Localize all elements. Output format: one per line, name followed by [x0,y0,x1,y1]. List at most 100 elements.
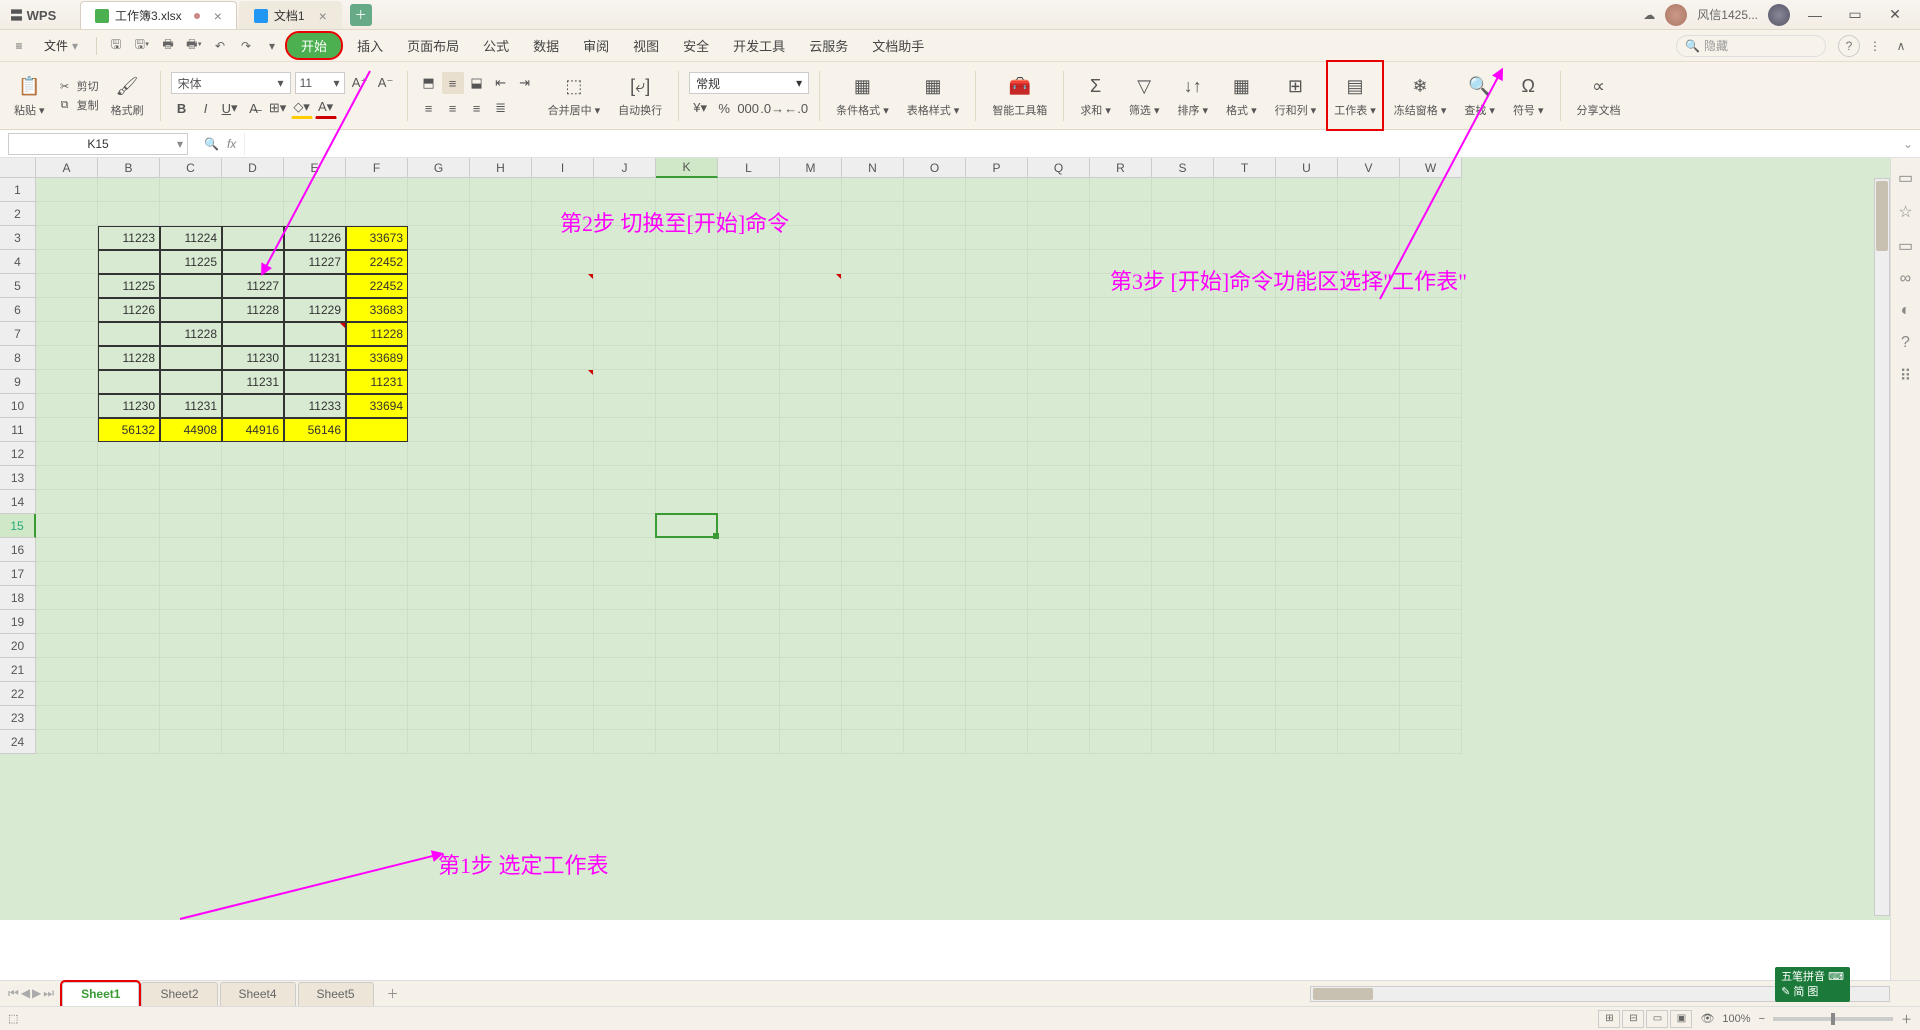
cell[interactable] [1400,346,1462,370]
cell[interactable] [1028,322,1090,346]
cell[interactable] [966,178,1028,202]
doc-tab[interactable]: 工作簿3.xlsx× [80,1,237,29]
row-header[interactable]: 9 [0,370,36,394]
row-header[interactable]: 15 [0,514,36,538]
row-header[interactable]: 22 [0,682,36,706]
cell[interactable] [470,490,532,514]
cell[interactable] [36,706,98,730]
cell[interactable] [160,730,222,754]
side-panel-icon[interactable]: ? [1901,334,1910,352]
cell[interactable] [532,586,594,610]
cell[interactable] [470,682,532,706]
cell[interactable] [594,562,656,586]
cell[interactable] [98,658,160,682]
cell[interactable] [1152,370,1214,394]
cell[interactable] [1276,514,1338,538]
cell[interactable] [98,442,160,466]
percent[interactable]: % [713,97,735,119]
cell[interactable] [780,610,842,634]
cell[interactable] [904,346,966,370]
smart-toolbox[interactable]: 🧰智能工具箱 [986,62,1053,129]
cell[interactable] [1028,394,1090,418]
cell[interactable] [904,322,966,346]
col-header[interactable]: O [904,158,966,178]
cell[interactable] [966,514,1028,538]
tab-nav-next[interactable]: ▶ [32,986,41,1001]
cell[interactable] [656,634,718,658]
cell[interactable] [284,706,346,730]
cell[interactable] [1276,682,1338,706]
cell[interactable] [904,202,966,226]
cell[interactable] [594,250,656,274]
cell[interactable]: 44908 [160,418,222,442]
cell[interactable] [1400,586,1462,610]
cell[interactable] [1152,322,1214,346]
cell[interactable] [160,346,222,370]
cell[interactable] [780,178,842,202]
view-read[interactable]: ▣ [1670,1010,1692,1028]
cell[interactable] [1276,370,1338,394]
cell[interactable] [470,298,532,322]
add-sheet-button[interactable]: ＋ [382,983,404,1005]
cell[interactable] [718,586,780,610]
cell[interactable] [780,562,842,586]
cell[interactable] [222,514,284,538]
cell[interactable] [966,682,1028,706]
cell[interactable] [1400,370,1462,394]
menu-tab[interactable]: 文档助手 [860,30,936,61]
cell[interactable] [1090,490,1152,514]
align-mid[interactable]: ≡ [442,72,464,94]
cell[interactable] [1400,298,1462,322]
cell[interactable] [842,250,904,274]
sum-button[interactable]: Σ求和 ▾ [1074,62,1117,129]
sheet-tab[interactable]: Sheet2 [141,982,217,1006]
cell[interactable] [1400,562,1462,586]
cell[interactable] [98,178,160,202]
cell[interactable] [408,466,470,490]
dec-decimal[interactable]: ←.0 [785,97,807,119]
cell[interactable] [532,730,594,754]
cell[interactable] [904,274,966,298]
cell[interactable] [780,706,842,730]
sheet-tab[interactable]: Sheet4 [220,982,296,1006]
cell[interactable] [36,610,98,634]
cell[interactable] [1090,202,1152,226]
more-qat[interactable]: ▾ [261,35,283,57]
cell[interactable] [160,466,222,490]
cell[interactable] [470,658,532,682]
cell[interactable] [718,442,780,466]
cell[interactable] [780,658,842,682]
align-center[interactable]: ≡ [442,97,464,119]
cell[interactable] [408,514,470,538]
cell[interactable] [284,178,346,202]
align-left[interactable]: ≡ [418,97,440,119]
cell[interactable] [842,514,904,538]
cell[interactable] [98,730,160,754]
cell[interactable] [780,514,842,538]
cell[interactable] [1028,202,1090,226]
cell[interactable] [1276,418,1338,442]
cell[interactable] [656,370,718,394]
cell[interactable] [1152,682,1214,706]
cell[interactable] [842,418,904,442]
cell[interactable] [842,658,904,682]
cell[interactable] [222,538,284,562]
cell[interactable] [718,682,780,706]
wrap-button[interactable]: [⤶]自动换行 [612,62,668,129]
cell[interactable] [656,682,718,706]
cell[interactable] [160,274,222,298]
cell[interactable] [1152,394,1214,418]
cell[interactable] [966,370,1028,394]
cut-button[interactable]: ✂剪切 [57,78,99,94]
cell[interactable] [1214,490,1276,514]
cell[interactable] [1400,706,1462,730]
cell[interactable] [1090,418,1152,442]
cell[interactable] [532,562,594,586]
select-all-corner[interactable] [0,158,36,178]
cell[interactable] [1214,466,1276,490]
avatar-2[interactable] [1768,4,1790,26]
cell[interactable] [222,562,284,586]
cell[interactable] [1028,682,1090,706]
cell[interactable] [408,394,470,418]
print-icon[interactable]: 🖶 [157,35,179,57]
